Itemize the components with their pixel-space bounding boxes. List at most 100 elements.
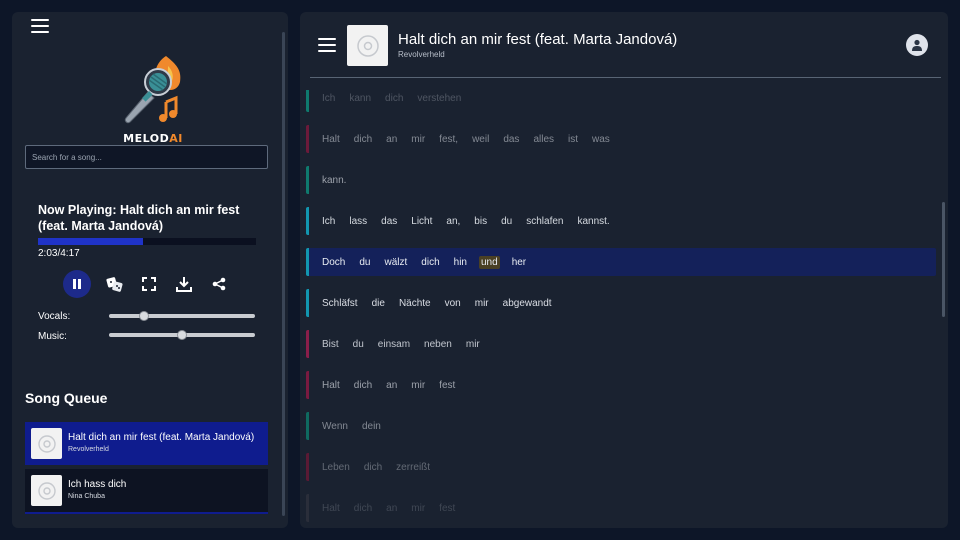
lyric-word: die xyxy=(371,297,385,309)
download-button[interactable] xyxy=(171,271,197,297)
lyric-word: dich xyxy=(363,461,383,473)
lyric-word: einsam xyxy=(377,338,411,350)
lyric-word: mir xyxy=(474,297,489,309)
lyric-word: Doch xyxy=(322,256,346,268)
queue-item-title: Ich hass dich xyxy=(68,479,127,490)
lyric-word: von xyxy=(444,297,461,309)
vocals-label: Vocals: xyxy=(38,311,71,322)
lyrics-panel: Halt dich an mir fest (feat. Marta Jando… xyxy=(300,12,948,528)
lyric-word: das xyxy=(503,133,520,145)
lyric-line[interactable]: Wenn dein xyxy=(306,412,936,440)
lyric-word: an xyxy=(386,133,398,145)
music-slider[interactable] xyxy=(109,330,255,340)
logo-text: MELODAI xyxy=(123,132,183,145)
lyric-line[interactable]: Halt dich an mir fest, weil das alles ist was xyxy=(306,125,936,153)
shuffle-dice-button[interactable] xyxy=(102,271,128,297)
lyric-word: mir xyxy=(465,338,480,350)
lyric-word-active: und xyxy=(479,255,500,269)
lyric-word: verstehen xyxy=(417,92,462,104)
song-title: Halt dich an mir fest (feat. Marta Jando… xyxy=(398,31,678,48)
queue-item[interactable]: Halt dich an mir fest (feat. Marta Jando… xyxy=(25,422,268,465)
lyric-word: Nächte xyxy=(398,297,431,309)
pause-button[interactable] xyxy=(63,270,91,298)
lyric-line[interactable]: Bist du einsam neben mir xyxy=(306,330,936,358)
lyric-word: hin xyxy=(453,256,467,268)
lyric-word: bis xyxy=(474,215,488,227)
playback-progress-bar[interactable] xyxy=(38,238,256,245)
search-input[interactable] xyxy=(25,145,268,169)
microphone-logo-icon xyxy=(124,56,181,124)
queue-item[interactable]: Ich hass dich Nina Chuba xyxy=(25,469,268,512)
disc-icon xyxy=(37,434,56,453)
disc-icon xyxy=(356,34,379,57)
lyrics-scrollbar[interactable] xyxy=(942,202,945,317)
queue-bottom-border xyxy=(25,512,268,514)
vocals-slider[interactable] xyxy=(109,311,255,321)
lyric-word: Halt xyxy=(322,133,340,145)
lyric-word: abgewandt xyxy=(502,297,552,309)
lyric-line[interactable]: Schläfst die Nächte von mir abgewandt xyxy=(306,289,936,317)
fullscreen-button[interactable] xyxy=(136,271,162,297)
lyric-word: du xyxy=(352,338,364,350)
pause-icon xyxy=(73,279,81,289)
user-account-button[interactable] xyxy=(906,34,928,56)
lyric-word: Halt xyxy=(322,379,340,391)
lyric-word: Ich xyxy=(322,92,336,104)
lyric-word: du xyxy=(501,215,513,227)
lyric-line[interactable]: Leben dich zerreißt xyxy=(306,453,936,481)
album-cover-placeholder xyxy=(347,25,388,66)
music-slider-knob[interactable] xyxy=(177,330,187,340)
vocals-slider-knob[interactable] xyxy=(138,311,149,321)
lyric-word: Licht xyxy=(411,215,433,227)
lyric-word: lass xyxy=(349,215,368,227)
lyric-word: Wenn xyxy=(322,420,348,432)
lyric-word: kannst. xyxy=(577,215,610,227)
lyric-line[interactable]: kann. xyxy=(306,166,936,194)
lyric-word: mir xyxy=(411,133,426,145)
lyric-word: weil xyxy=(472,133,490,145)
lyric-word: Leben xyxy=(322,461,350,473)
lyric-word: wälzt xyxy=(384,256,408,268)
disc-icon xyxy=(37,481,56,500)
share-button[interactable] xyxy=(206,271,232,297)
lyric-word: mir xyxy=(411,502,426,514)
playback-time: 2:03/4:17 xyxy=(38,248,80,259)
lyric-word: neben xyxy=(424,338,452,350)
lyric-word: mir xyxy=(411,379,426,391)
download-icon xyxy=(176,277,192,292)
menu-icon[interactable] xyxy=(31,19,49,33)
lyric-word: an xyxy=(386,502,398,514)
sidebar-scrollbar[interactable] xyxy=(282,32,285,516)
now-playing-title: Now Playing: Halt dich an mir fest (feat… xyxy=(38,203,240,233)
lyric-line[interactable]: Ich kann dich verstehen xyxy=(306,90,936,112)
lyric-word: schlafen xyxy=(526,215,564,227)
app-logo: MELODAI xyxy=(112,52,194,148)
lyric-word: das xyxy=(381,215,398,227)
lyric-word: was xyxy=(592,133,610,145)
queue-item-artist: Nina Chuba xyxy=(68,493,105,500)
lyric-word: kann. xyxy=(322,174,347,186)
share-icon xyxy=(212,277,226,291)
lyric-word: Schläfst xyxy=(322,297,358,309)
lyric-line[interactable]: Halt dich an mir fest xyxy=(306,494,936,522)
header-divider xyxy=(310,77,941,78)
song-queue-title: Song Queue xyxy=(25,390,108,406)
queue-item-title: Halt dich an mir fest (feat. Marta Jando… xyxy=(68,432,255,443)
lyric-line-current[interactable]: Doch du wälzt dich hin und her xyxy=(306,248,936,276)
lyric-word: dich xyxy=(353,133,373,145)
fullscreen-icon xyxy=(142,277,156,291)
lyric-word: her xyxy=(511,256,527,268)
lyric-word: kann xyxy=(349,92,372,104)
lyric-word: alles xyxy=(533,133,555,145)
album-cover-placeholder xyxy=(31,428,62,459)
lyric-line[interactable]: Halt dich an mir fest xyxy=(306,371,936,399)
lyric-word: ist xyxy=(568,133,579,145)
lyric-word: fest xyxy=(439,502,456,514)
album-cover-placeholder xyxy=(31,475,62,506)
menu-icon[interactable] xyxy=(318,38,336,52)
lyric-word: dich xyxy=(385,92,404,104)
song-artist: Revolverheld xyxy=(398,50,445,59)
lyric-word: du xyxy=(359,256,371,268)
lyric-line[interactable]: Ich lass das Licht an, bis du schlafen kannst. xyxy=(306,207,936,235)
lyric-word: dich xyxy=(353,502,373,514)
